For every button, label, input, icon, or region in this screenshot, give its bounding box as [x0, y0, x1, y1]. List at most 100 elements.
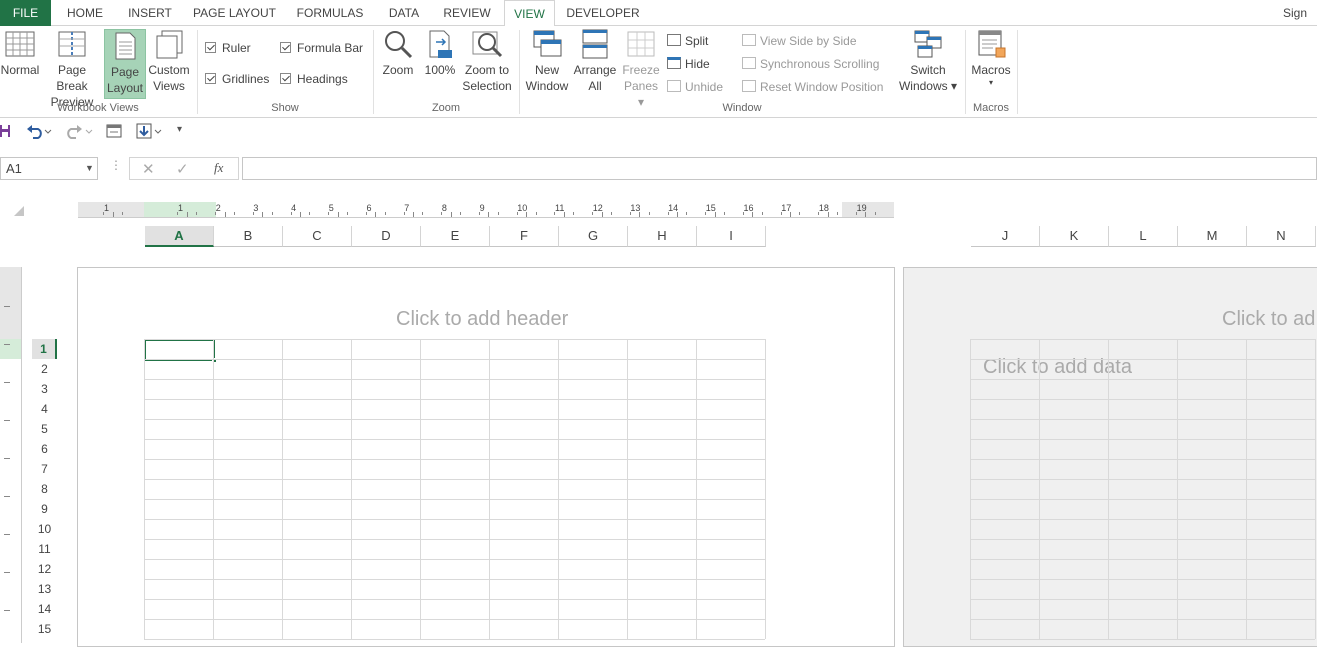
row-header-3[interactable]: 3	[32, 379, 57, 399]
custom-views-button[interactable]: Custom Views	[147, 28, 191, 94]
save-icon[interactable]	[0, 124, 12, 138]
row-header-15[interactable]: 15	[32, 619, 57, 639]
ruler-selected-row-shade	[0, 339, 21, 359]
row-header-13[interactable]: 13	[32, 579, 57, 599]
column-header-g[interactable]: G	[559, 226, 628, 247]
checkbox-checked-icon	[205, 42, 216, 53]
column-header-j[interactable]: J	[971, 226, 1040, 247]
redo-icon[interactable]	[65, 123, 93, 139]
customize-qat-button[interactable]: ▾	[177, 124, 182, 135]
sort-import-icon[interactable]	[136, 123, 164, 139]
macros-button[interactable]: Macros ▾	[968, 28, 1014, 88]
undo-icon[interactable]	[26, 123, 52, 139]
grid-col-line	[213, 339, 214, 639]
ruler-tick	[4, 458, 10, 459]
normal-view-button[interactable]: Normal	[0, 28, 40, 78]
view-side-by-side-button[interactable]: View Side by Side	[742, 33, 857, 49]
column-header-n[interactable]: N	[1247, 226, 1316, 247]
zoom-100-button[interactable]: 100%	[421, 28, 459, 78]
column-header-a[interactable]: A	[145, 226, 214, 247]
tab-insert[interactable]: INSERT	[121, 0, 179, 26]
column-header-i[interactable]: I	[697, 226, 766, 247]
row-header-10[interactable]: 10	[32, 519, 57, 539]
column-header-e[interactable]: E	[421, 226, 490, 247]
ruler-tick	[799, 212, 801, 215]
ruler-tick	[122, 212, 124, 215]
ruler-tick	[365, 212, 367, 215]
enter-icon[interactable]: ✓	[176, 160, 189, 178]
zoom-to-selection-button[interactable]: Zoom to Selection	[461, 28, 513, 94]
form-icon[interactable]	[106, 124, 122, 138]
column-header-b[interactable]: B	[214, 226, 283, 247]
formula-bar-checkbox[interactable]: Formula Bar	[280, 40, 363, 56]
zoom-button[interactable]: Zoom	[378, 28, 418, 78]
row-header-7[interactable]: 7	[32, 459, 57, 479]
row-header-2[interactable]: 2	[32, 359, 57, 379]
sign-in-link[interactable]: Sign	[1283, 0, 1317, 26]
header-placeholder-next[interactable]: Click to ad	[1222, 308, 1315, 331]
zoom-label: Zoom	[382, 63, 414, 77]
unhide-button[interactable]: Unhide	[667, 79, 723, 95]
custom-views-icon	[153, 28, 185, 60]
arrange-all-button[interactable]: Arrange All	[572, 28, 618, 94]
column-header-h[interactable]: H	[628, 226, 697, 247]
ruler-tick	[761, 212, 763, 215]
row-header-11[interactable]: 11	[32, 539, 57, 559]
page-break-preview-button[interactable]: Page Break Preview	[42, 28, 102, 110]
freeze-panes-button[interactable]: Freeze Panes ▾	[620, 28, 662, 110]
column-header-k[interactable]: K	[1040, 226, 1109, 247]
gridlines-checkbox[interactable]: Gridlines	[205, 71, 269, 87]
tab-home[interactable]: HOME	[59, 0, 111, 26]
hide-button[interactable]: Hide	[667, 56, 710, 72]
ruler-tick	[4, 306, 10, 307]
page-layout-label-1: Page	[110, 65, 140, 79]
switch-windows-button[interactable]: Switch Windows ▾	[896, 28, 960, 94]
row-header-9[interactable]: 9	[32, 499, 57, 519]
tab-developer[interactable]: DEVELOPER	[563, 0, 643, 26]
ruler-tick	[790, 212, 791, 217]
split-label: Split	[685, 34, 709, 48]
insert-function-icon[interactable]: fx	[214, 160, 223, 176]
name-box[interactable]: A1 ▼	[0, 157, 98, 180]
column-header-l[interactable]: L	[1109, 226, 1178, 247]
column-header-m[interactable]: M	[1178, 226, 1247, 247]
row-header-5[interactable]: 5	[32, 419, 57, 439]
header-placeholder[interactable]: Click to add header	[396, 308, 568, 331]
split-button[interactable]: Split	[667, 33, 708, 49]
select-all-icon[interactable]	[14, 206, 24, 216]
formula-input[interactable]	[242, 157, 1317, 180]
grid-col-line	[351, 339, 352, 639]
new-window-icon	[531, 28, 563, 60]
row-header-14[interactable]: 14	[32, 599, 57, 619]
grid-row-line	[970, 399, 1315, 400]
cancel-icon[interactable]: ✕	[142, 160, 155, 178]
new-window-button[interactable]: New Window	[523, 28, 571, 94]
row-header-4[interactable]: 4	[32, 399, 57, 419]
page-layout-view-button[interactable]: Page Layout	[104, 29, 146, 99]
tab-file[interactable]: FILE	[0, 0, 51, 26]
column-header-d[interactable]: D	[352, 226, 421, 247]
row-header-6[interactable]: 6	[32, 439, 57, 459]
chevron-down-icon[interactable]: ▼	[85, 163, 94, 173]
column-header-c[interactable]: C	[283, 226, 352, 247]
grid-row-line	[144, 419, 765, 420]
synchronous-scrolling-button[interactable]: Synchronous Scrolling	[742, 56, 879, 72]
row-header-12[interactable]: 12	[32, 559, 57, 579]
active-cell[interactable]	[144, 339, 217, 363]
tab-view[interactable]: VIEW	[504, 0, 555, 27]
reset-window-position-button[interactable]: Reset Window Position	[742, 79, 883, 95]
row-header-8[interactable]: 8	[32, 479, 57, 499]
ruler-checkbox[interactable]: Ruler	[205, 40, 251, 56]
tab-data[interactable]: DATA	[379, 0, 429, 26]
column-header-f[interactable]: F	[490, 226, 559, 247]
tab-page-layout[interactable]: PAGE LAYOUT	[188, 0, 281, 26]
macros-dropdown-arrow: ▾	[988, 78, 993, 87]
tab-review[interactable]: REVIEW	[437, 0, 497, 26]
tab-formulas[interactable]: FORMULAS	[290, 0, 370, 26]
ruler-tick	[252, 212, 254, 215]
row-header-1[interactable]: 1	[32, 339, 57, 359]
grid-col-line	[696, 339, 697, 639]
headings-checkbox[interactable]: Headings	[280, 71, 348, 87]
ruler-tick	[4, 572, 10, 573]
arrange-all-label-1: Arrange	[573, 63, 617, 77]
